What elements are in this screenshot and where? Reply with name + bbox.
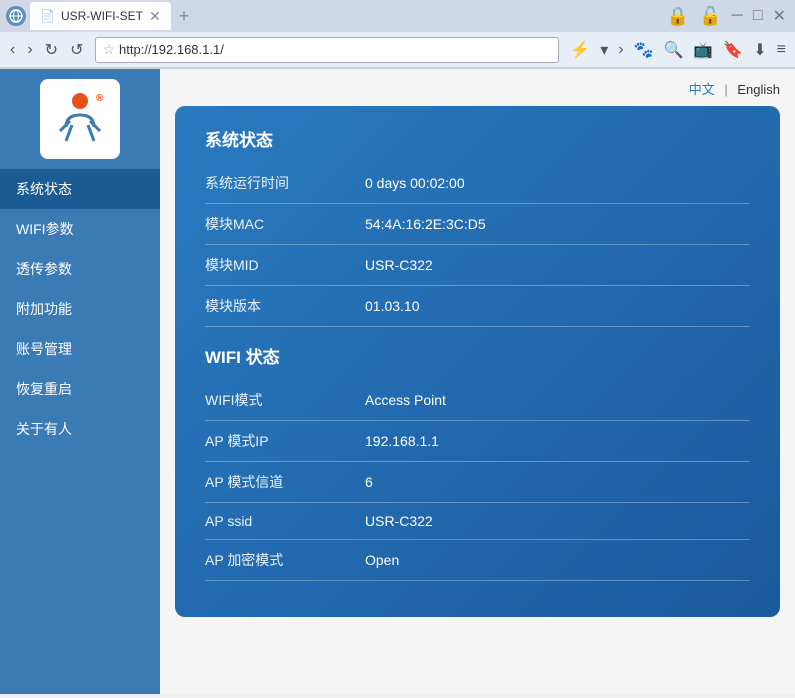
nav-bookmark-button[interactable]: 🔖: [720, 38, 746, 62]
system-status-table: 系统运行时间 0 days 00:02:00 模块MAC 54:4A:16:2E…: [205, 163, 750, 327]
table-row: WIFI模式 Access Point: [205, 380, 750, 421]
nav-tools-button[interactable]: 📺: [690, 38, 716, 62]
sidebar-label-about: 关于有人: [16, 421, 72, 437]
field-value-ap-channel: 6: [365, 462, 750, 503]
field-value-ap-encrypt: Open: [365, 540, 750, 581]
back-button[interactable]: ‹: [6, 39, 19, 61]
sidebar-item-restore-restart[interactable]: 恢复重启: [0, 369, 160, 409]
wifi-status-table: WIFI模式 Access Point AP 模式IP 192.168.1.1 …: [205, 380, 750, 581]
nav-right-buttons: ⚡ ▾ › 🐾 🔍 📺 🔖 ⬇ ≡: [567, 38, 789, 62]
browser-icon: [6, 6, 26, 26]
table-row: 模块MID USR-C322: [205, 245, 750, 286]
lang-separator: |: [724, 82, 727, 97]
window-minimize-button[interactable]: ─: [729, 7, 746, 25]
wifi-status-title: WIFI 状态: [205, 343, 750, 368]
tab-close-button[interactable]: ✕: [149, 8, 161, 25]
window-controls: 🔒 🔓 ─ □ ✕: [664, 6, 789, 27]
sidebar-label-system-status: 系统状态: [16, 181, 72, 197]
table-row: AP 模式信道 6: [205, 462, 750, 503]
system-status-section: 系统状态 系统运行时间 0 days 00:02:00 模块MAC 54:4A:…: [205, 126, 750, 327]
field-value-mac: 54:4A:16:2E:3C:D5: [365, 204, 750, 245]
sidebar-item-wifi-params[interactable]: WIFI参数: [0, 209, 160, 249]
sidebar-logo: ®: [40, 79, 120, 159]
sidebar-label-wifi-params: WIFI参数: [16, 221, 74, 237]
field-label-ap-ssid: AP ssid: [205, 503, 365, 540]
language-bar: 中文 | English: [175, 79, 780, 98]
field-label-mac: 模块MAC: [205, 204, 365, 245]
nav-lightning-button[interactable]: ⚡: [567, 38, 593, 62]
table-row: 模块MAC 54:4A:16:2E:3C:D5: [205, 204, 750, 245]
sidebar-label-transparent-params: 透传参数: [16, 261, 72, 277]
address-input[interactable]: [119, 42, 552, 57]
table-row: AP 加密模式 Open: [205, 540, 750, 581]
title-bar-left: 📄 USR-WIFI-SET ✕ +: [6, 2, 189, 30]
title-bar: 📄 USR-WIFI-SET ✕ + 🔒 🔓 ─ □ ✕: [0, 0, 795, 32]
table-row: 系统运行时间 0 days 00:02:00: [205, 163, 750, 204]
sidebar-label-addon-features: 附加功能: [16, 301, 72, 317]
sidebar-item-system-status[interactable]: 系统状态: [0, 169, 160, 209]
sidebar: ® 系统状态 WIFI参数 透传参数 附加功能 账号管理 恢复重启 关于: [0, 69, 160, 694]
tab-favicon: 📄: [40, 9, 55, 23]
info-panel: 系统状态 系统运行时间 0 days 00:02:00 模块MAC 54:4A:…: [175, 106, 780, 617]
field-label-version: 模块版本: [205, 286, 365, 327]
sidebar-label-restore-restart: 恢复重启: [16, 381, 72, 397]
window-close-button[interactable]: ✕: [770, 6, 789, 26]
main-content: 中文 | English 系统状态 系统运行时间 0 days 00:02:00…: [160, 69, 795, 694]
field-label-uptime: 系统运行时间: [205, 163, 365, 204]
nav-search-button[interactable]: 🔍: [660, 38, 686, 62]
wifi-status-section: WIFI 状态 WIFI模式 Access Point AP 模式IP 192.…: [205, 343, 750, 581]
minimize-icon[interactable]: 🔒: [664, 6, 692, 27]
field-label-mid: 模块MID: [205, 245, 365, 286]
nav-down-button[interactable]: ▾: [597, 38, 611, 62]
field-value-wifi-mode: Access Point: [365, 380, 750, 421]
table-row: AP 模式IP 192.168.1.1: [205, 421, 750, 462]
table-row: AP ssid USR-C322: [205, 503, 750, 540]
field-label-wifi-mode: WIFI模式: [205, 380, 365, 421]
field-value-uptime: 0 days 00:02:00: [365, 163, 750, 204]
logo-svg: ®: [50, 89, 110, 149]
new-tab-button[interactable]: +: [179, 6, 190, 27]
sidebar-item-transparent-params[interactable]: 透传参数: [0, 249, 160, 289]
restore-icon[interactable]: 🔓: [696, 6, 724, 27]
nav-paw-button[interactable]: 🐾: [631, 38, 657, 62]
home-button[interactable]: ↺: [66, 38, 87, 62]
address-star-icon: ☆: [102, 41, 115, 58]
browser-tab[interactable]: 📄 USR-WIFI-SET ✕: [30, 2, 171, 30]
english-lang-link[interactable]: English: [737, 82, 780, 97]
forward-button[interactable]: ›: [23, 39, 36, 61]
sidebar-item-addon-features[interactable]: 附加功能: [0, 289, 160, 329]
window-maximize-button[interactable]: □: [750, 7, 766, 25]
page-content: ® 系统状态 WIFI参数 透传参数 附加功能 账号管理 恢复重启 关于: [0, 69, 795, 694]
sidebar-label-account-management: 账号管理: [16, 341, 72, 357]
sidebar-item-about[interactable]: 关于有人: [0, 409, 160, 449]
field-label-ap-ip: AP 模式IP: [205, 421, 365, 462]
system-status-title: 系统状态: [205, 126, 750, 151]
field-value-mid: USR-C322: [365, 245, 750, 286]
nav-bar: ‹ › ↻ ↺ ☆ ⚡ ▾ › 🐾 🔍 📺 🔖 ⬇ ≡: [0, 32, 795, 68]
address-bar[interactable]: ☆: [95, 37, 559, 63]
tab-title: USR-WIFI-SET: [61, 9, 143, 23]
nav-download-button[interactable]: ⬇: [750, 38, 769, 62]
sidebar-nav: 系统状态 WIFI参数 透传参数 附加功能 账号管理 恢复重启 关于有人: [0, 169, 160, 449]
refresh-button[interactable]: ↻: [41, 38, 62, 62]
sidebar-item-account-management[interactable]: 账号管理: [0, 329, 160, 369]
field-value-ap-ssid: USR-C322: [365, 503, 750, 540]
svg-text:®: ®: [96, 93, 104, 104]
nav-right-button[interactable]: ›: [615, 39, 626, 61]
table-row: 模块版本 01.03.10: [205, 286, 750, 327]
field-label-ap-encrypt: AP 加密模式: [205, 540, 365, 581]
nav-menu-button[interactable]: ≡: [774, 39, 789, 61]
chinese-lang-link[interactable]: 中文: [689, 82, 715, 97]
field-value-version: 01.03.10: [365, 286, 750, 327]
field-label-ap-channel: AP 模式信道: [205, 462, 365, 503]
field-value-ap-ip: 192.168.1.1: [365, 421, 750, 462]
